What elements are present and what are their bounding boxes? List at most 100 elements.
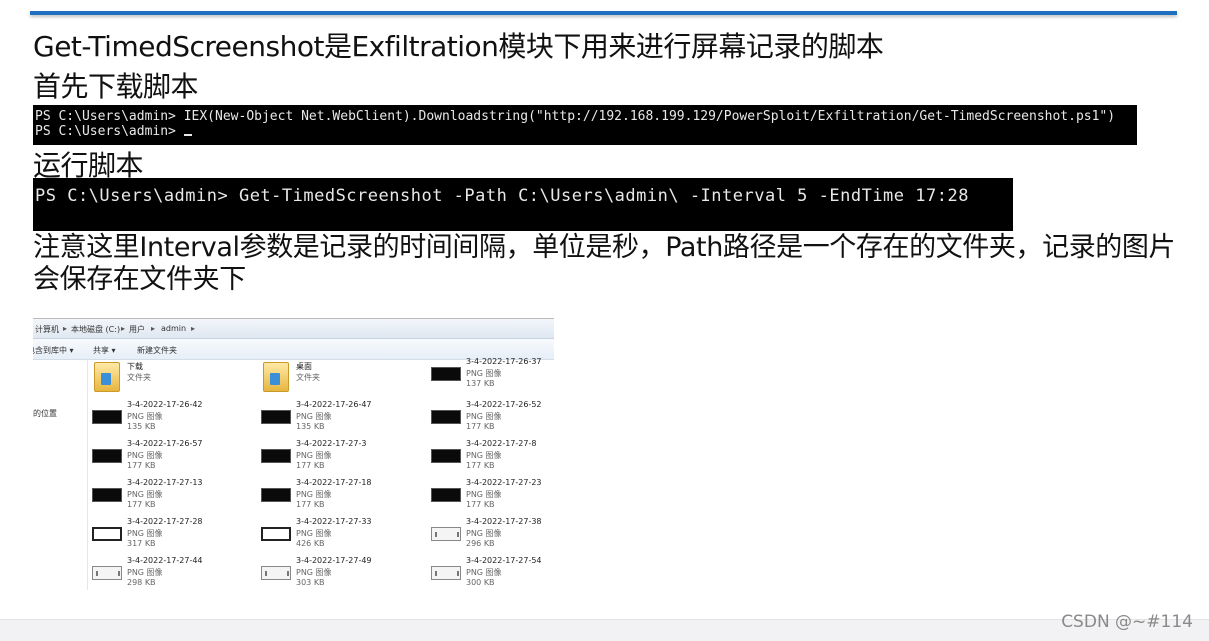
include-in-library-label: 包含到库中 [33, 346, 67, 355]
file-item[interactable]: 3-4-2022-17-27-54 PNG 图像 300 KB [427, 555, 554, 590]
image-thumbnail-icon [92, 527, 122, 541]
share-label: 共享 [93, 346, 109, 355]
chevron-right-icon: ▸ [121, 324, 126, 333]
file-type: PNG 图像 [127, 490, 163, 499]
step-run-heading: 运行脚本 [33, 149, 144, 182]
share-button[interactable]: 共享 ▾ [93, 345, 116, 356]
image-thumbnail-icon [431, 410, 461, 424]
file-size: 177 KB [466, 500, 495, 509]
terminal-prompt: PS C:\Users\admin> [35, 124, 184, 139]
new-folder-button[interactable]: 新建文件夹 [137, 345, 177, 356]
file-item[interactable]: 3-4-2022-17-27-18 PNG 图像 177 KB [257, 477, 417, 513]
terminal-line: PS C:\Users\admin> IEX(New-Object Net.We… [35, 109, 1116, 124]
image-thumbnail-icon [431, 527, 461, 541]
file-name: 3-4-2022-17-27-49 [296, 556, 372, 565]
file-name: 3-4-2022-17-27-13 [127, 478, 203, 487]
file-size: 137 KB [466, 379, 495, 388]
image-thumbnail-icon [431, 449, 461, 463]
file-name: 3-4-2022-17-26-52 [466, 400, 542, 409]
file-item[interactable]: 3-4-2022-17-27-38 PNG 图像 296 KB [427, 516, 554, 552]
file-type: PNG 图像 [127, 529, 163, 538]
file-type: PNG 图像 [127, 568, 163, 577]
include-in-library-button[interactable]: 包含到库中 ▾ [33, 345, 74, 356]
file-size: 177 KB [466, 422, 495, 431]
file-name: 桌面 [296, 362, 312, 371]
image-thumbnail-icon [431, 488, 461, 502]
file-name: 3-4-2022-17-26-42 [127, 400, 203, 409]
image-thumbnail-icon [92, 566, 122, 580]
powershell-terminal-download: PS C:\Users\admin> IEX(New-Object Net.We… [33, 105, 1137, 145]
file-name: 下载 [127, 362, 143, 371]
file-type: PNG 图像 [296, 568, 332, 577]
file-type: PNG 图像 [466, 568, 502, 577]
step-download-heading: 首先下载脚本 [33, 70, 199, 103]
file-item[interactable]: 3-4-2022-17-26-37 PNG 图像 137 KB [427, 356, 554, 392]
file-name: 3-4-2022-17-27-3 [296, 439, 367, 448]
file-size: 177 KB [127, 500, 156, 509]
file-type: PNG 图像 [296, 529, 332, 538]
file-name: 3-4-2022-17-27-38 [466, 517, 542, 526]
breadcrumb-users[interactable]: 用户 [129, 324, 145, 335]
file-size: 177 KB [466, 461, 495, 470]
powershell-terminal-run: PS C:\Users\admin> Get-TimedScreenshot -… [33, 178, 1013, 231]
file-size: 298 KB [127, 578, 156, 587]
folder-icon [94, 362, 120, 392]
file-name: 3-4-2022-17-27-33 [296, 517, 372, 526]
image-thumbnail-icon [261, 410, 291, 424]
file-name: 3-4-2022-17-26-57 [127, 439, 203, 448]
file-item[interactable]: 3-4-2022-17-27-13 PNG 图像 177 KB [88, 477, 248, 513]
file-item[interactable]: 3-4-2022-17-27-3 PNG 图像 177 KB [257, 438, 417, 474]
file-name: 3-4-2022-17-27-18 [296, 478, 372, 487]
file-name: 3-4-2022-17-27-44 [127, 556, 203, 565]
folder-item[interactable]: 下载 文件夹 [88, 360, 248, 396]
image-thumbnail-icon [92, 449, 122, 463]
file-size: 296 KB [466, 539, 495, 548]
file-item[interactable]: 3-4-2022-17-26-42 PNG 图像 135 KB [88, 399, 248, 435]
nav-item-locations[interactable]: 的位置 [33, 408, 57, 419]
image-thumbnail-icon [261, 527, 291, 541]
file-item[interactable]: 3-4-2022-17-26-57 PNG 图像 177 KB [88, 438, 248, 474]
file-type: PNG 图像 [466, 529, 502, 538]
file-item[interactable]: 3-4-2022-17-26-52 PNG 图像 177 KB [427, 399, 554, 435]
file-type: PNG 图像 [466, 451, 502, 460]
image-thumbnail-icon [261, 488, 291, 502]
file-type: PNG 图像 [127, 412, 163, 421]
slide-title: Get-TimedScreenshot是Exfiltration模块下用来进行屏… [33, 30, 884, 63]
folder-item[interactable]: 桌面 文件夹 [257, 360, 417, 396]
file-size: 177 KB [296, 500, 325, 509]
folder-icon [263, 362, 289, 392]
file-item[interactable]: 3-4-2022-17-27-8 PNG 图像 177 KB [427, 438, 554, 474]
file-item[interactable]: 3-4-2022-17-27-33 PNG 图像 426 KB [257, 516, 417, 552]
image-thumbnail-icon [92, 410, 122, 424]
title-rule [30, 11, 1177, 15]
file-type: PNG 图像 [466, 369, 502, 378]
chevron-right-icon: ▸ [151, 324, 156, 333]
file-item[interactable]: 3-4-2022-17-27-23 PNG 图像 177 KB [427, 477, 554, 513]
file-explorer-window: 计算机 ▸ 本地磁盘 (C:) ▸ 用户 ▸ admin ▸ 包含到库中 ▾ 共… [33, 318, 554, 590]
breadcrumb-local-disk[interactable]: 本地磁盘 (C:) [71, 324, 120, 335]
file-type: 文件夹 [296, 373, 320, 382]
file-name: 3-4-2022-17-27-8 [466, 439, 537, 448]
breadcrumb-admin[interactable]: admin [161, 324, 186, 333]
file-item[interactable]: 3-4-2022-17-27-49 PNG 图像 303 KB [257, 555, 417, 590]
image-thumbnail-icon [431, 367, 461, 381]
file-type: PNG 图像 [466, 412, 502, 421]
file-size: 177 KB [296, 461, 325, 470]
file-size: 426 KB [296, 539, 325, 548]
file-item[interactable]: 3-4-2022-17-27-44 PNG 图像 298 KB [88, 555, 248, 590]
navigation-pane: 的位置 [33, 360, 88, 590]
bottom-bar [0, 619, 1209, 641]
file-size: 317 KB [127, 539, 156, 548]
note-paragraph: 注意这里Interval参数是记录的时间间隔，单位是秒，Path路径是一个存在的… [33, 232, 1176, 295]
file-item[interactable]: 3-4-2022-17-27-28 PNG 图像 317 KB [88, 516, 248, 552]
file-type: PNG 图像 [466, 490, 502, 499]
breadcrumb-computer[interactable]: 计算机 [35, 324, 59, 335]
file-type: PNG 图像 [296, 412, 332, 421]
file-type: 文件夹 [127, 373, 151, 382]
file-type: PNG 图像 [127, 451, 163, 460]
address-bar[interactable]: 计算机 ▸ 本地磁盘 (C:) ▸ 用户 ▸ admin ▸ [33, 319, 554, 339]
file-item[interactable]: 3-4-2022-17-26-47 PNG 图像 135 KB [257, 399, 417, 435]
file-name: 3-4-2022-17-27-23 [466, 478, 542, 487]
file-size: 300 KB [466, 578, 495, 587]
file-name: 3-4-2022-17-27-28 [127, 517, 203, 526]
